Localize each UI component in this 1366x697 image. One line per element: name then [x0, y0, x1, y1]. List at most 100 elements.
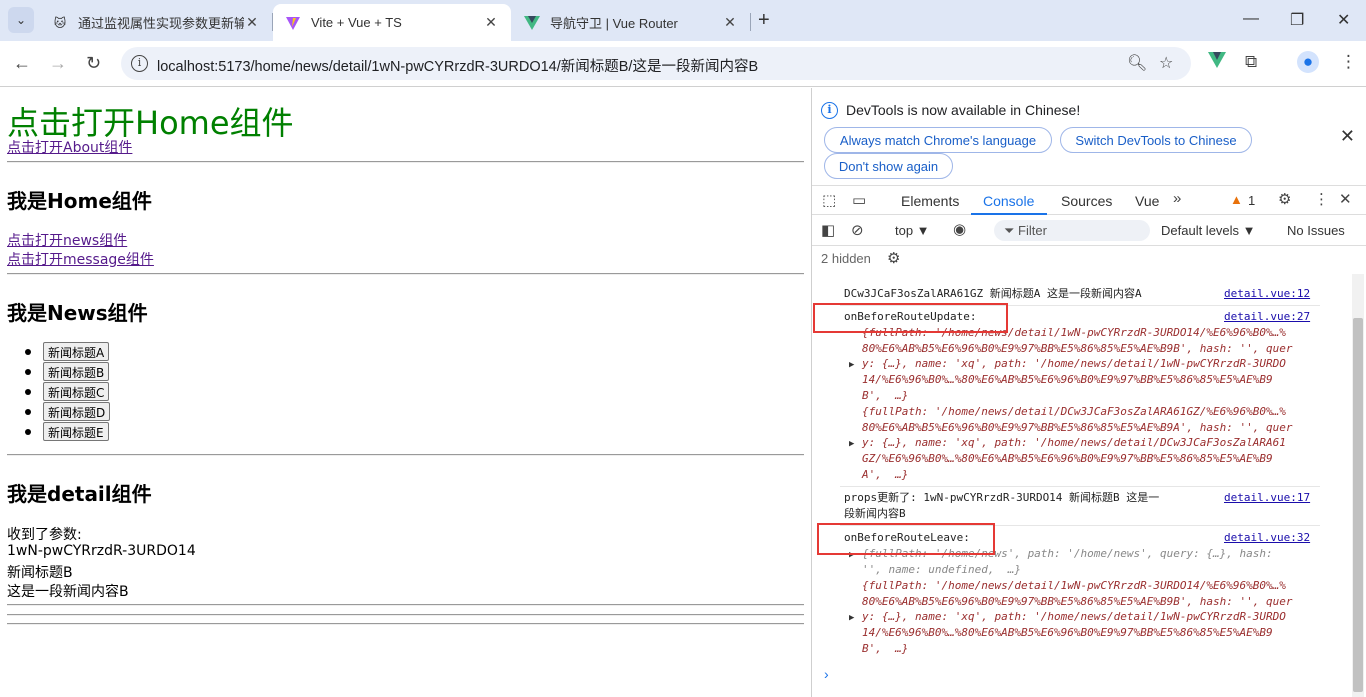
home-title: 我是Home组件: [7, 189, 152, 213]
reload-icon[interactable]: ↻: [86, 53, 101, 74]
close-window-icon[interactable]: ✕: [1337, 10, 1350, 30]
new-tab-icon[interactable]: +: [758, 9, 770, 32]
tab-console[interactable]: Console: [983, 193, 1034, 209]
tab-title: 通过监视属性实现参数更新输出: [78, 16, 244, 31]
chevron-down-icon: ⌄: [15, 13, 27, 27]
route-object-text: GZ/%E6%96%B0%…%80%E6%AB%B5%E6%96%B0%E9%9…: [862, 452, 1273, 465]
expand-triangle-icon[interactable]: ▶: [849, 358, 854, 374]
console-settings-gear-icon[interactable]: ⚙: [887, 249, 900, 267]
restore-icon[interactable]: ❐: [1290, 10, 1304, 30]
console-prompt-icon[interactable]: ›: [824, 666, 829, 682]
devtools-panel: i DevTools is now available in Chinese! …: [811, 88, 1366, 697]
minimize-icon[interactable]: —: [1243, 10, 1259, 28]
browser-tab-2[interactable]: Vite + Vue + TS ✕: [273, 4, 511, 41]
zoom-icon[interactable]: 🔍︎: [1127, 53, 1147, 73]
news-item-button-c[interactable]: 新闻标题C: [43, 382, 110, 401]
tab-elements[interactable]: Elements: [901, 193, 959, 209]
bookmark-star-icon[interactable]: ☆: [1159, 53, 1173, 73]
tab-search-dropdown[interactable]: ⌄: [8, 7, 34, 33]
source-link[interactable]: detail.vue:32: [1224, 530, 1310, 546]
news-link[interactable]: 点击打开news组件: [7, 230, 127, 250]
route-object-text: y: {…}, name: 'xq', path: '/home/news/de…: [862, 610, 1286, 623]
news-item-button-d[interactable]: 新闻标题D: [43, 402, 111, 421]
console-log-row: 段新闻内容B: [844, 507, 906, 520]
divider: [7, 273, 804, 275]
news-item-button-b[interactable]: 新闻标题B: [43, 362, 110, 381]
news-item-button-e[interactable]: 新闻标题E: [43, 422, 109, 441]
close-devtools-icon[interactable]: ✕: [1339, 190, 1352, 208]
tab-title: Vite + Vue + TS: [311, 15, 402, 30]
address-bar[interactable]: i localhost:5173/home/news/detail/1wN-pw…: [121, 47, 1191, 80]
tab-sources[interactable]: Sources: [1061, 193, 1112, 209]
source-link[interactable]: detail.vue:12: [1224, 286, 1310, 302]
clear-console-icon[interactable]: ⊘: [851, 221, 864, 239]
console-scroll-thumb[interactable]: [1353, 318, 1363, 692]
vue-devtools-extension-icon[interactable]: [1208, 52, 1226, 73]
sidebar-toggle-icon[interactable]: ◧: [821, 221, 835, 239]
infobar-message: DevTools is now available in Chinese!: [846, 102, 1081, 118]
annotation-highlight-box: [817, 523, 995, 555]
close-infobar-icon[interactable]: ✕: [1340, 126, 1355, 147]
page-viewport: 点击打开Home组件 点击打开About组件 我是Home组件 点击打开news…: [0, 88, 811, 697]
route-object-text: 80%E6%AB%B5%E6%96%B0%E9%97%BB%E5%86%85%E…: [862, 421, 1293, 434]
language-infobar: i DevTools is now available in Chinese! …: [812, 88, 1366, 184]
tab-vue[interactable]: Vue: [1135, 193, 1159, 209]
console-filter-input[interactable]: ⏷ Filter: [994, 220, 1150, 241]
source-link[interactable]: detail.vue:17: [1224, 490, 1310, 506]
param-title: 新闻标题B: [7, 565, 73, 581]
device-toolbar-icon[interactable]: ▭: [852, 191, 866, 209]
route-object-text: A', …}: [862, 468, 909, 481]
source-link[interactable]: detail.vue:27: [1224, 309, 1310, 325]
url-text[interactable]: localhost:5173/home/news/detail/1wN-pwCY…: [157, 55, 758, 76]
route-object-text: {fullPath: '/home/news/detail/DCw3JCaF3o…: [862, 405, 1286, 418]
extensions-icon[interactable]: ⧉: [1245, 52, 1257, 72]
warning-count[interactable]: 1: [1248, 193, 1255, 208]
more-menu-icon[interactable]: ⋮: [1340, 52, 1357, 72]
divider: [7, 454, 804, 456]
back-icon[interactable]: ←: [13, 53, 31, 74]
browser-tab-1[interactable]: 🐱 通过监视属性实现参数更新输出 ✕: [40, 4, 272, 41]
close-tab-icon[interactable]: ✕: [244, 14, 260, 31]
message-link[interactable]: 点击打开message组件: [7, 249, 154, 269]
profile-avatar-icon[interactable]: ●: [1297, 51, 1319, 73]
more-tabs-icon[interactable]: »: [1173, 190, 1181, 207]
match-language-button[interactable]: Always match Chrome's language: [824, 127, 1052, 153]
devtools-menu-icon[interactable]: ⋮: [1314, 190, 1329, 208]
browser-tab-3[interactable]: 导航守卫 | Vue Router ✕: [512, 4, 750, 41]
switch-chinese-button[interactable]: Switch DevTools to Chinese: [1060, 127, 1252, 153]
warning-icon[interactable]: ▲: [1230, 192, 1243, 207]
news-item-button-a[interactable]: 新闻标题A: [43, 342, 110, 361]
issues-button[interactable]: No Issues: [1287, 223, 1345, 238]
divider: [7, 623, 804, 625]
route-object-text: 80%E6%AB%B5%E6%96%B0%E9%97%BB%E5%86%85%E…: [862, 595, 1293, 608]
param-content: 这是一段新闻内容B: [7, 584, 129, 600]
news-title: 我是News组件: [7, 301, 148, 325]
inspect-element-icon[interactable]: ⬚: [822, 191, 836, 209]
route-object-text: 80%E6%AB%B5%E6%96%B0%E9%97%BB%E5%86%85%E…: [862, 342, 1293, 355]
site-info-icon[interactable]: i: [131, 55, 148, 72]
console-output: DCw3JCaF3osZalARA61GZ 新闻标题A 这是一段新闻内容A de…: [812, 274, 1352, 697]
context-selector[interactable]: top ▼: [895, 223, 930, 238]
close-tab-icon[interactable]: ✕: [722, 14, 738, 31]
close-tab-icon[interactable]: ✕: [483, 14, 499, 31]
forward-icon[interactable]: →: [49, 53, 67, 74]
received-label: 收到了参数:: [7, 527, 82, 543]
settings-gear-icon[interactable]: ⚙: [1278, 190, 1291, 208]
log-levels-dropdown[interactable]: Default levels ▼: [1161, 223, 1256, 238]
expand-triangle-icon[interactable]: ▶: [849, 611, 854, 627]
news-list-item: 新闻标题C: [25, 382, 110, 401]
console-toolbar: ◧ ⊘ top ▼ ◉ ⏷ Filter Default levels ▼ No…: [812, 216, 1366, 246]
dont-show-again-button[interactable]: Don't show again: [824, 153, 953, 179]
filter-placeholder: Filter: [1018, 223, 1047, 238]
devtools-tabbar: ⬚ ▭ Elements Console Sources Vue » ▲ 1 ⚙…: [812, 185, 1366, 215]
live-expression-eye-icon[interactable]: ◉: [953, 220, 966, 238]
active-tab-underline: [971, 213, 1047, 215]
browser-toolbar: ← → ↻ i localhost:5173/home/news/detail/…: [0, 41, 1366, 87]
expand-triangle-icon[interactable]: ▶: [849, 437, 854, 453]
news-list-item: 新闻标题A: [25, 342, 110, 361]
info-icon: i: [821, 102, 838, 119]
about-link[interactable]: 点击打开About组件: [7, 137, 132, 157]
route-object-text: y: {…}, name: 'xq', path: '/home/news/de…: [862, 436, 1286, 449]
route-object-text: B', …}: [862, 642, 909, 655]
detail-title: 我是detail组件: [7, 482, 152, 506]
